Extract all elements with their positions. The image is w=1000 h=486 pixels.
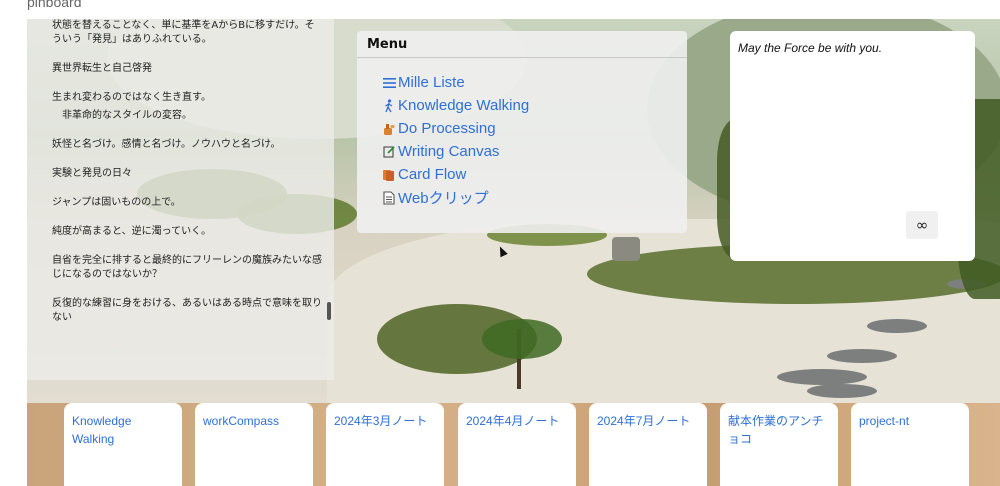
quote-text: May the Force be with you. bbox=[738, 41, 883, 55]
card-project-nt[interactable]: project-nt bbox=[851, 403, 969, 486]
app-title: pinboard bbox=[27, 0, 82, 10]
menu-item-label[interactable]: Webクリップ bbox=[398, 187, 489, 208]
walking-person-icon bbox=[382, 98, 396, 113]
card-label[interactable]: 2024年4月ノート bbox=[466, 412, 566, 430]
note-line: 非革命的なスタイルの変容。 bbox=[62, 110, 192, 121]
card-label[interactable]: project-nt bbox=[859, 412, 959, 430]
note-line: 自省を完全に排すると最終的にフリーレンの魔族みたいな感じになるのではないか？ bbox=[52, 255, 322, 280]
cards-icon bbox=[382, 168, 396, 182]
menu-item-label[interactable]: Writing Canvas bbox=[398, 143, 499, 160]
card-label[interactable]: 献本作業のアンチョコ bbox=[728, 412, 828, 448]
card-label[interactable]: Knowledge Walking bbox=[72, 412, 172, 448]
card-2024-march-note[interactable]: 2024年3月ノート bbox=[326, 403, 444, 486]
card-2024-july-note[interactable]: 2024年7月ノート bbox=[589, 403, 707, 486]
document-icon bbox=[382, 190, 396, 205]
note-line: 反復的な練習に身をおける、あるいはある時点で意味を取りない bbox=[52, 298, 322, 323]
card-review-copy-cheatsheet[interactable]: 献本作業のアンチョコ bbox=[720, 403, 838, 486]
menu-item-label[interactable]: Do Processing bbox=[398, 120, 496, 137]
menu-item-card-flow[interactable]: Card Flow bbox=[382, 163, 529, 186]
top-bar: pinboard bbox=[0, 0, 1000, 20]
infinity-button[interactable]: ∞ bbox=[906, 211, 938, 239]
card-knowledge-walking[interactable]: Knowledge Walking bbox=[64, 403, 182, 486]
notes-scrollbar[interactable] bbox=[326, 19, 332, 359]
scrollbar-thumb[interactable] bbox=[327, 302, 331, 320]
menu-item-writing-canvas[interactable]: Writing Canvas bbox=[382, 140, 529, 163]
card-label[interactable]: 2024年7月ノート bbox=[597, 412, 697, 430]
card-label[interactable]: 2024年3月ノート bbox=[334, 412, 434, 430]
note-line: 純度が高まると、逆に濁っていく。 bbox=[52, 226, 212, 237]
note-line: 実験と発見の日々 bbox=[52, 168, 132, 179]
card-label[interactable]: workCompass bbox=[203, 412, 303, 430]
note-line: 妖怪と名づけ。感情と名づけ。ノウハウと名づけ。 bbox=[52, 139, 281, 150]
list-icon bbox=[382, 76, 396, 90]
note-line: 生まれ変わるのではなく生き直す。 bbox=[52, 92, 211, 103]
card-2024-april-note[interactable]: 2024年4月ノート bbox=[458, 403, 576, 486]
menu-item-mille-liste[interactable]: Mille Liste bbox=[382, 71, 529, 94]
menu-title: Menu bbox=[367, 37, 408, 52]
tools-icon bbox=[382, 122, 396, 136]
menu-header: Menu bbox=[357, 31, 687, 58]
menu-list: Mille Liste Knowledge Walking Do Process… bbox=[382, 71, 529, 209]
quote-panel: May the Force be with you. ∞ bbox=[730, 31, 975, 261]
menu-item-label[interactable]: Mille Liste bbox=[398, 74, 465, 91]
menu-item-knowledge-walking[interactable]: Knowledge Walking bbox=[382, 94, 529, 117]
edit-icon bbox=[382, 145, 396, 159]
note-line: ジャンプは固いものの上で。 bbox=[52, 197, 181, 208]
menu-panel: Menu Mille Liste Knowledge Walking Do Pr… bbox=[357, 31, 687, 233]
note-line: 異世界転生と自己啓発 bbox=[52, 63, 152, 74]
note-line: 状態を替えることなく、単に基準をAからBに移すだけ。そういう「発見」はありふれて… bbox=[52, 20, 315, 45]
menu-item-do-processing[interactable]: Do Processing bbox=[382, 117, 529, 140]
notes-panel[interactable]: 状態を替えることなく、単に基準をAからBに移すだけ。そういう「発見」はありふれて… bbox=[27, 19, 334, 380]
menu-item-web-clip[interactable]: Webクリップ bbox=[382, 186, 529, 209]
card-workcompass[interactable]: workCompass bbox=[195, 403, 313, 486]
notes-content: 状態を替えることなく、単に基準をAからBに移すだけ。そういう「発見」はありふれて… bbox=[52, 19, 324, 340]
menu-item-label[interactable]: Knowledge Walking bbox=[398, 97, 529, 114]
menu-item-label[interactable]: Card Flow bbox=[398, 166, 466, 183]
